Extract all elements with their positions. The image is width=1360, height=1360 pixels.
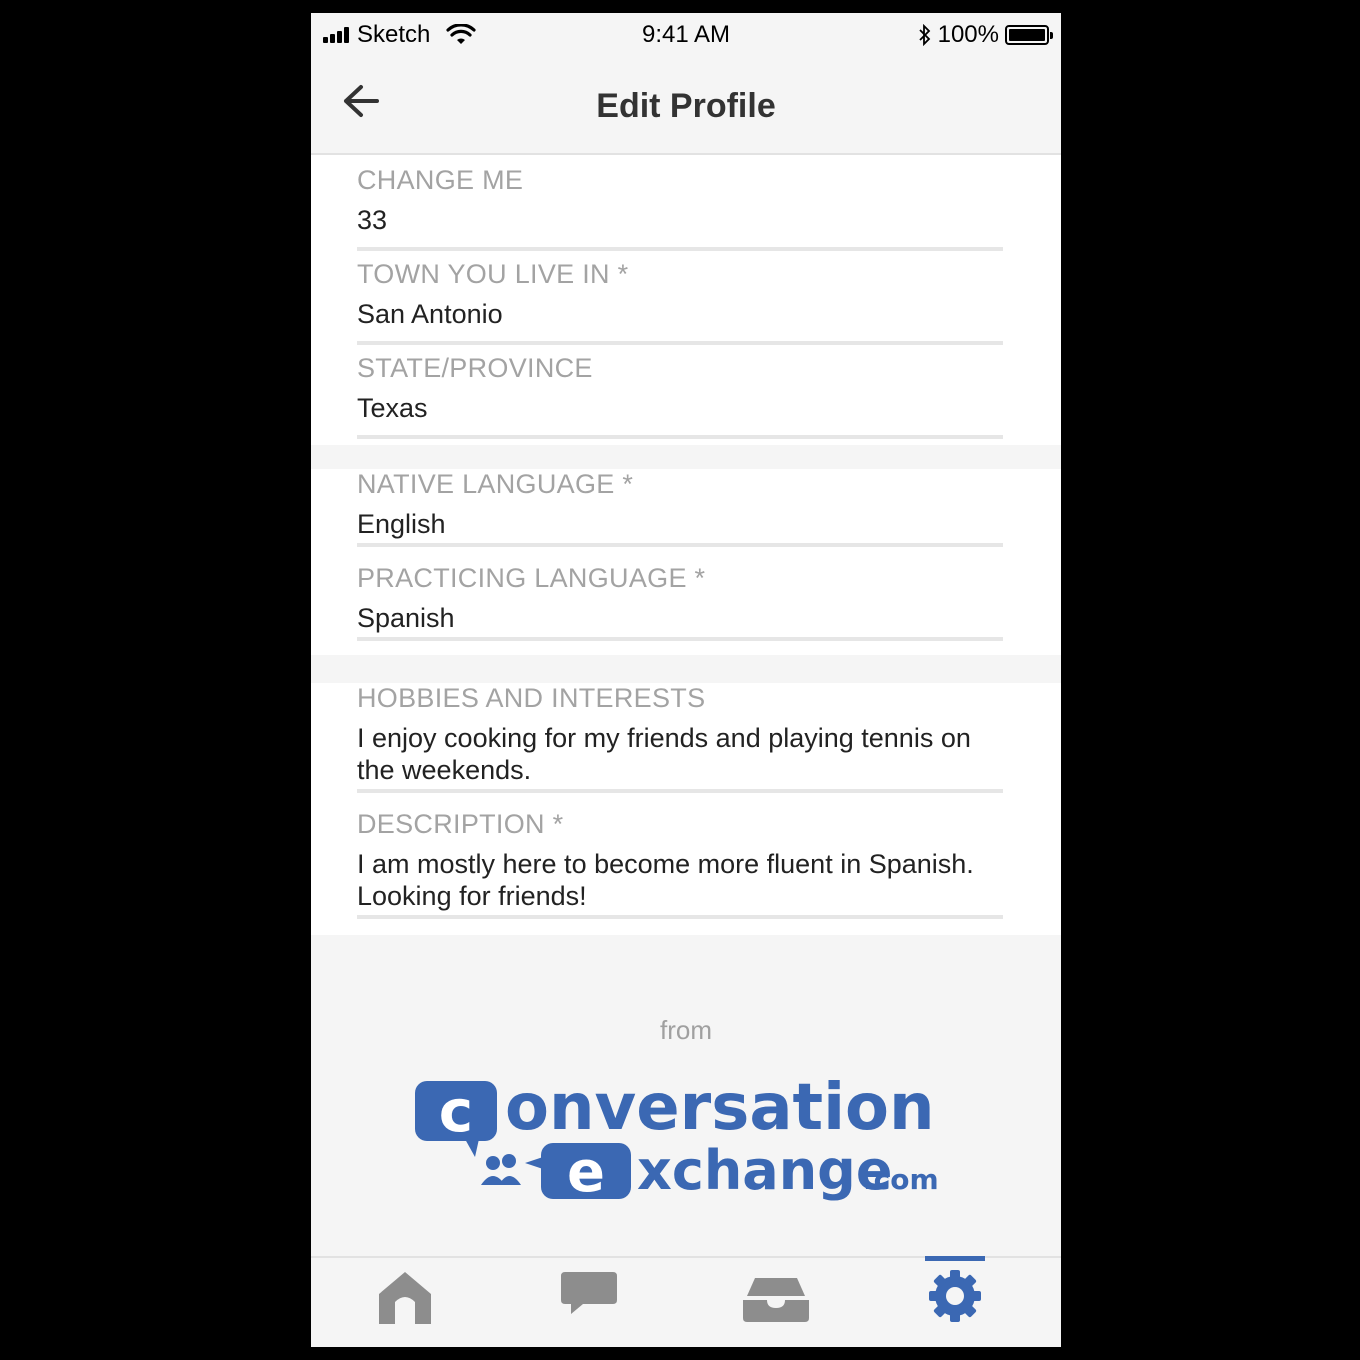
- tab-messages[interactable]: [529, 1258, 649, 1347]
- logo-line2: xchange: [637, 1139, 892, 1202]
- field-label: STATE/PROVINCE: [357, 353, 593, 383]
- page-title: Edit Profile: [596, 87, 776, 125]
- about-section: HOBBIES AND INTERESTS I enjoy cooking fo…: [311, 683, 1061, 935]
- battery-percent: 100%: [937, 21, 999, 48]
- tab-home[interactable]: [343, 1258, 463, 1347]
- description-field[interactable]: DESCRIPTION * I am mostly here to become…: [357, 809, 1003, 919]
- logo-c: c: [439, 1077, 473, 1145]
- town-field[interactable]: TOWN YOU LIVE IN * San Antonio: [357, 259, 1003, 345]
- logo-suffix: .com: [863, 1163, 939, 1196]
- gear-icon: [929, 1270, 981, 1322]
- tab-inbox[interactable]: [711, 1258, 831, 1347]
- field-value[interactable]: I enjoy cooking for my friends and playi…: [357, 722, 1003, 786]
- hobbies-field[interactable]: HOBBIES AND INTERESTS I enjoy cooking fo…: [357, 683, 1003, 793]
- status-right: 100%: [918, 21, 1053, 49]
- age-field[interactable]: CHANGE ME 33: [357, 165, 1003, 251]
- field-label: DESCRIPTION *: [357, 809, 564, 839]
- field-underline: [357, 543, 1003, 547]
- conversation-exchange-logo: c onversation e xchange .com: [415, 1071, 939, 1205]
- inbox-icon: [743, 1278, 809, 1322]
- language-section: NATIVE LANGUAGE * English PRACTICING LAN…: [311, 469, 1061, 655]
- logo-e: e: [567, 1140, 605, 1205]
- field-underline: [357, 341, 1003, 345]
- battery-icon: [1005, 25, 1053, 45]
- field-value[interactable]: 33: [357, 204, 1003, 236]
- active-tab-indicator: [925, 1256, 985, 1261]
- field-value[interactable]: I am mostly here to become more fluent i…: [357, 848, 1003, 912]
- from-text: from: [660, 1015, 712, 1045]
- bluetooth-icon: [918, 24, 930, 46]
- chat-icon: [561, 1272, 617, 1314]
- native-language-field[interactable]: NATIVE LANGUAGE * English: [357, 469, 1003, 547]
- field-label: PRACTICING LANGUAGE *: [357, 563, 706, 593]
- navigation-bar: Edit Profile: [311, 55, 1061, 155]
- field-value[interactable]: Texas: [357, 392, 1003, 424]
- location-section: CHANGE ME 33 TOWN YOU LIVE IN * San Anto…: [311, 155, 1061, 445]
- state-field[interactable]: STATE/PROVINCE Texas: [357, 353, 1003, 439]
- field-underline: [357, 789, 1003, 793]
- tab-bar: [311, 1256, 1061, 1347]
- field-label: HOBBIES AND INTERESTS: [357, 683, 706, 713]
- field-label: CHANGE ME: [357, 165, 524, 195]
- field-value[interactable]: San Antonio: [357, 298, 1003, 330]
- field-value[interactable]: English: [357, 508, 1003, 540]
- field-underline: [357, 247, 1003, 251]
- field-underline: [357, 637, 1003, 641]
- home-icon: [379, 1272, 431, 1324]
- field-label: NATIVE LANGUAGE *: [357, 469, 634, 499]
- status-bar: Sketch 9:41 AM 100%: [311, 13, 1061, 55]
- field-underline: [357, 915, 1003, 919]
- logo-line1: onversation: [505, 1071, 935, 1145]
- practicing-language-field[interactable]: PRACTICING LANGUAGE * Spanish: [357, 563, 1003, 641]
- field-label: TOWN YOU LIVE IN *: [357, 259, 629, 289]
- tab-settings[interactable]: [895, 1256, 1015, 1347]
- field-underline: [357, 435, 1003, 439]
- phone-screen: Sketch 9:41 AM 100% Edit Profile CHANGE …: [311, 13, 1061, 1347]
- field-value[interactable]: Spanish: [357, 602, 1003, 634]
